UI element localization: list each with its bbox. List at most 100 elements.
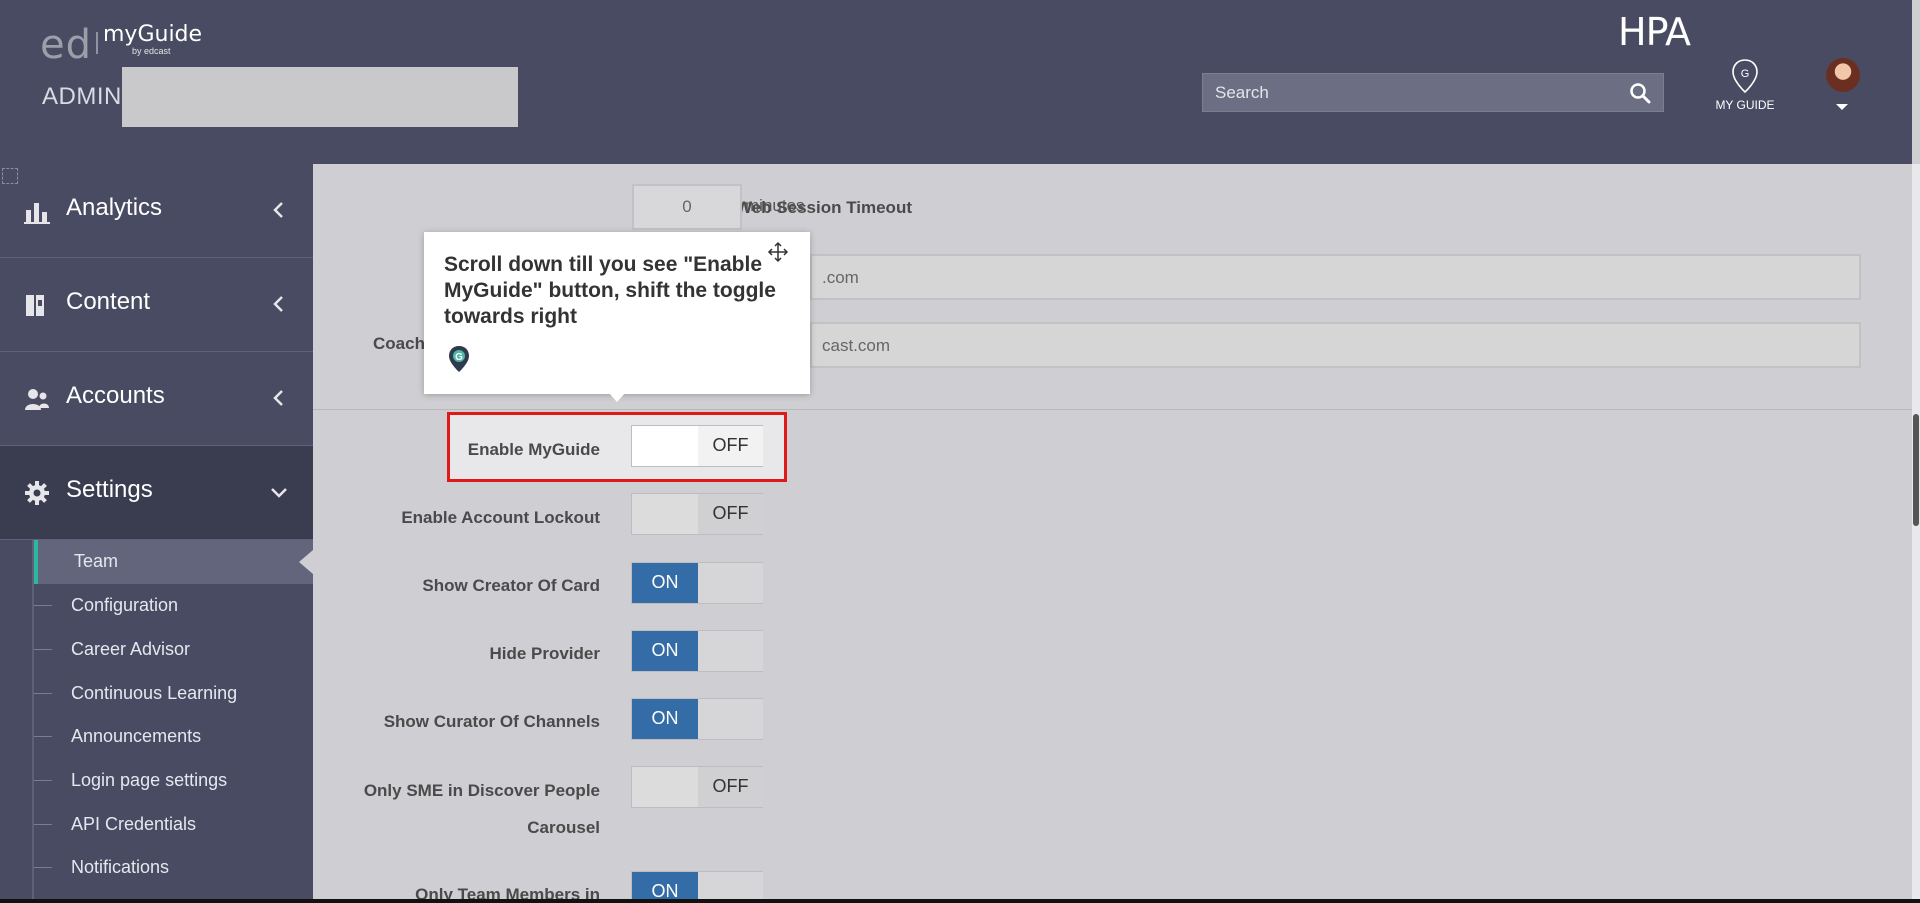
subnav-tick (34, 824, 52, 825)
subnav-tick (34, 736, 52, 737)
sidebar-item-accounts[interactable]: Accounts (0, 352, 313, 446)
enable-account-lockout-label: Enable Account Lockout (401, 508, 600, 527)
subnav-tick (34, 693, 52, 694)
subnav-item-label: Login page settings (71, 770, 228, 790)
subnav-item-label: Configuration (71, 595, 179, 615)
svg-text:G: G (1741, 68, 1750, 80)
toggle-state: ON (632, 563, 698, 603)
subnav-item-login-page-settings[interactable]: Login page settings (34, 759, 313, 803)
coach-email-field-value: cast.com (822, 336, 891, 355)
sidebar-item-analytics[interactable]: Analytics (0, 164, 313, 258)
hide-provider-toggle[interactable]: ON (631, 630, 763, 672)
search-icon[interactable] (1629, 82, 1651, 104)
svg-text:G: G (455, 352, 463, 363)
admin-label: ADMIN (42, 83, 122, 110)
subnav-item-configuration[interactable]: Configuration (34, 584, 313, 628)
subnav-item-label: Continuous Learning (71, 683, 238, 703)
sidebar-item-label: Accounts (66, 382, 165, 409)
myguide-pin-icon: G (1732, 59, 1758, 94)
chevron-left-icon (273, 202, 283, 218)
toggle-state: ON (632, 631, 698, 671)
chevron-down-icon (271, 488, 287, 498)
subnav-item-career-advisor[interactable]: Career Advisor (34, 628, 313, 672)
coach-label: Coach (373, 334, 425, 353)
toggle-knob (632, 767, 698, 807)
subnav-tick (34, 649, 52, 650)
toggle-state: OFF (698, 426, 763, 466)
show-curator-of-channels-label: Show Curator Of Channels (383, 712, 600, 731)
gear-icon (25, 481, 49, 505)
subnav-item-label: Team (74, 551, 119, 571)
inactive-timeout-input[interactable]: 0 (632, 184, 742, 230)
caret-down-icon[interactable] (1836, 104, 1848, 110)
myguide-logo-byline: by edcast (132, 46, 171, 56)
settings-subnav: Team Configuration Career Advisor Contin… (0, 540, 313, 903)
top-header: ed myGuide by edcast ADMIN HPA G MY GUID… (0, 0, 1912, 164)
toggle-state: ON (632, 699, 698, 739)
sidebar-item-label: Analytics (66, 194, 163, 221)
email-field[interactable]: .com (810, 254, 1861, 300)
toggle-knob (698, 563, 763, 603)
subnav-item-continuous-learning[interactable]: Continuous Learning (34, 672, 313, 716)
redacted-org-name (122, 67, 518, 127)
toggle-knob (632, 426, 698, 466)
users-icon (25, 389, 49, 410)
scrollbar-track[interactable] (1912, 164, 1920, 903)
tooltip-arrow (608, 392, 626, 402)
bottom-edge (0, 899, 1920, 903)
subnav-item-label: Announcements (71, 726, 202, 746)
enable-account-lockout-toggle[interactable]: OFF (631, 493, 763, 535)
sidebar-item-label: Content (66, 288, 151, 315)
user-avatar[interactable] (1826, 58, 1860, 92)
subnav-item-label: Notifications (71, 857, 170, 877)
move-icon[interactable] (767, 241, 789, 263)
logo-separator (96, 32, 98, 54)
coach-email-field[interactable]: cast.com (810, 322, 1861, 368)
subnav-item-announcements[interactable]: Announcements (34, 715, 313, 759)
section-divider (313, 409, 1912, 410)
search-input[interactable] (1203, 74, 1623, 111)
myguide-pin-icon: G (449, 346, 469, 372)
myguide-label: MY GUIDE (1715, 98, 1775, 112)
sidebar-item-settings[interactable]: Settings (0, 446, 313, 540)
myguide-button[interactable]: G MY GUIDE (1705, 58, 1785, 124)
active-indicator (34, 540, 38, 584)
only-sme-label-line2: Carousel (527, 818, 600, 837)
subnav-item-notifications[interactable]: Notifications (34, 846, 313, 890)
show-curator-of-channels-toggle[interactable]: ON (631, 698, 763, 740)
subnav-item-label: API Credentials (71, 814, 197, 834)
toggle-knob (698, 699, 763, 739)
show-creator-of-card-toggle[interactable]: ON (631, 562, 763, 604)
book-icon (26, 295, 44, 316)
active-notch (299, 550, 313, 574)
app-window: ed myGuide by edcast ADMIN HPA G MY GUID… (0, 0, 1920, 903)
show-creator-of-card-label: Show Creator Of Card (422, 576, 600, 595)
scrollbar-thumb[interactable] (1913, 414, 1919, 526)
subnav-item-team[interactable]: Team (34, 540, 313, 584)
chevron-left-icon (273, 296, 283, 312)
enable-myguide-toggle[interactable]: OFF (631, 425, 763, 467)
sidebar-item-label: Settings (66, 476, 153, 503)
collapse-sidebar-icon[interactable] (2, 168, 18, 184)
toggle-state: OFF (698, 494, 763, 534)
enable-myguide-label: Enable MyGuide (467, 440, 600, 459)
toggle-knob (632, 494, 698, 534)
subnav-tick (34, 780, 52, 781)
toggle-knob (698, 631, 763, 671)
only-sme-label-line1: Only SME in Discover People (363, 781, 600, 800)
only-sme-toggle[interactable]: OFF (631, 766, 763, 808)
myguide-logo: myGuide (103, 22, 203, 47)
subnav-tick (34, 605, 52, 606)
inactive-timeout-unit: minutes (745, 196, 805, 215)
subnav-item-label: Career Advisor (71, 639, 191, 659)
subnav-item-api-credentials[interactable]: API Credentials (34, 803, 313, 847)
sidebar-item-content[interactable]: Content (0, 258, 313, 352)
tooltip-text: Scroll down till you see "Enable MyGuide… (444, 253, 776, 328)
email-field-value: .com (822, 268, 859, 287)
toggle-state: OFF (698, 767, 763, 807)
hide-provider-label: Hide Provider (489, 644, 600, 663)
bar-chart-icon (24, 203, 50, 224)
brand-logo: HPA (1618, 10, 1691, 54)
search-box[interactable] (1202, 73, 1664, 112)
chevron-left-icon (273, 390, 283, 406)
